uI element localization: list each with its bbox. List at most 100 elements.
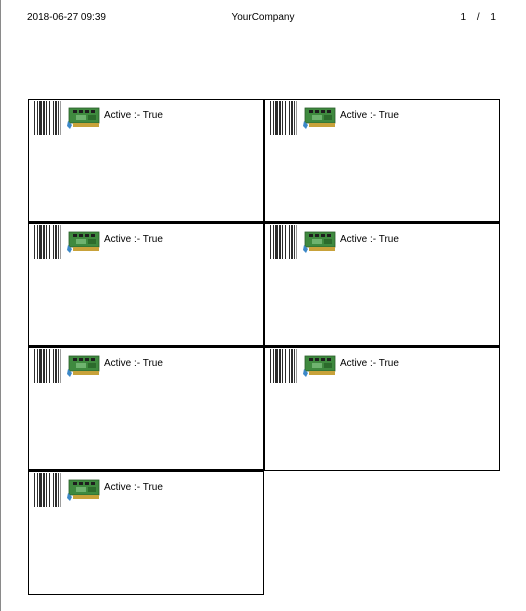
barcode-bar [34, 101, 35, 135]
barcode-bar [58, 101, 59, 135]
barcode-bar [37, 473, 38, 507]
barcode-bar [53, 473, 54, 507]
barcode-bar [289, 225, 290, 259]
network-card-icon [303, 355, 336, 377]
barcode-bar [275, 225, 278, 259]
barcode-bar [282, 101, 283, 135]
barcode-bar [37, 101, 38, 135]
barcode-bar [37, 349, 38, 383]
barcode-bar [49, 225, 50, 259]
network-card-icon [67, 355, 100, 377]
barcode-bar [34, 473, 35, 507]
barcode-bar [296, 101, 297, 135]
barcode-bar [285, 225, 286, 259]
status-text: Active :- True [104, 110, 163, 121]
barcode-bar [294, 101, 295, 135]
page-counter: 1 / 1 [460, 12, 496, 23]
network-card-icon [303, 107, 336, 129]
network-card-icon [303, 231, 336, 253]
barcode-icon [34, 101, 61, 135]
barcode-bar [273, 225, 274, 259]
barcode-icon [34, 225, 61, 259]
asset-card: Active :- True [28, 223, 264, 347]
network-card-icon [67, 107, 100, 129]
barcode-bar [273, 349, 274, 383]
barcode-bar [296, 349, 297, 383]
barcode-bar [55, 473, 57, 507]
status-text: Active :- True [104, 234, 163, 245]
barcode-bar [39, 101, 42, 135]
barcode-bar [285, 349, 286, 383]
network-card-icon [67, 479, 100, 501]
network-card-icon [67, 231, 100, 253]
barcode-bar [46, 473, 47, 507]
report-header: 2018-06-27 09:39 YourCompany 1 / 1 [0, 12, 526, 26]
barcode-bar [294, 225, 295, 259]
barcode-bar [46, 349, 47, 383]
asset-card: Active :- True [264, 223, 500, 347]
barcode-bar [43, 101, 45, 135]
barcode-bar [46, 101, 47, 135]
barcode-bar [282, 349, 283, 383]
barcode-bar [53, 225, 54, 259]
barcode-bar [60, 349, 61, 383]
barcode-icon [34, 473, 61, 507]
barcode-bar [285, 101, 286, 135]
barcode-bar [43, 349, 45, 383]
status-text: Active :- True [340, 234, 399, 245]
barcode-bar [291, 225, 293, 259]
barcode-bar [60, 101, 61, 135]
barcode-bar [270, 349, 271, 383]
barcode-icon [34, 349, 61, 383]
status-text: Active :- True [104, 482, 163, 493]
page-edge [0, 0, 1, 611]
asset-card: Active :- True [28, 471, 264, 595]
barcode-bar [58, 225, 59, 259]
barcode-bar [55, 349, 57, 383]
barcode-icon [270, 349, 297, 383]
barcode-bar [60, 473, 61, 507]
barcode-bar [53, 349, 54, 383]
barcode-bar [279, 225, 281, 259]
barcode-bar [282, 225, 283, 259]
barcode-bar [39, 473, 42, 507]
barcode-bar [49, 101, 50, 135]
barcode-bar [58, 349, 59, 383]
barcode-bar [49, 349, 50, 383]
barcode-bar [289, 349, 290, 383]
barcode-bar [291, 349, 293, 383]
asset-card: Active :- True [28, 347, 264, 471]
asset-card: Active :- True [264, 347, 500, 471]
barcode-bar [289, 101, 290, 135]
barcode-bar [43, 473, 45, 507]
barcode-bar [34, 349, 35, 383]
barcode-bar [279, 101, 281, 135]
barcode-bar [39, 349, 42, 383]
barcode-bar [39, 225, 42, 259]
barcode-bar [49, 473, 50, 507]
company-name: YourCompany [231, 12, 295, 23]
barcode-bar [279, 349, 281, 383]
barcode-bar [55, 225, 57, 259]
barcode-bar [60, 225, 61, 259]
barcode-bar [270, 101, 271, 135]
barcode-bar [275, 349, 278, 383]
barcode-bar [296, 225, 297, 259]
status-text: Active :- True [340, 110, 399, 121]
barcode-bar [53, 101, 54, 135]
asset-card: Active :- True [264, 99, 500, 223]
barcode-bar [294, 349, 295, 383]
barcode-bar [275, 101, 278, 135]
barcode-bar [46, 225, 47, 259]
status-text: Active :- True [104, 358, 163, 369]
barcode-bar [291, 101, 293, 135]
asset-card: Active :- True [28, 99, 264, 223]
barcode-bar [34, 225, 35, 259]
barcode-bar [273, 101, 274, 135]
barcode-bar [43, 225, 45, 259]
barcode-bar [58, 473, 59, 507]
barcode-bar [270, 225, 271, 259]
barcode-bar [55, 101, 57, 135]
barcode-icon [270, 101, 297, 135]
barcode-bar [37, 225, 38, 259]
